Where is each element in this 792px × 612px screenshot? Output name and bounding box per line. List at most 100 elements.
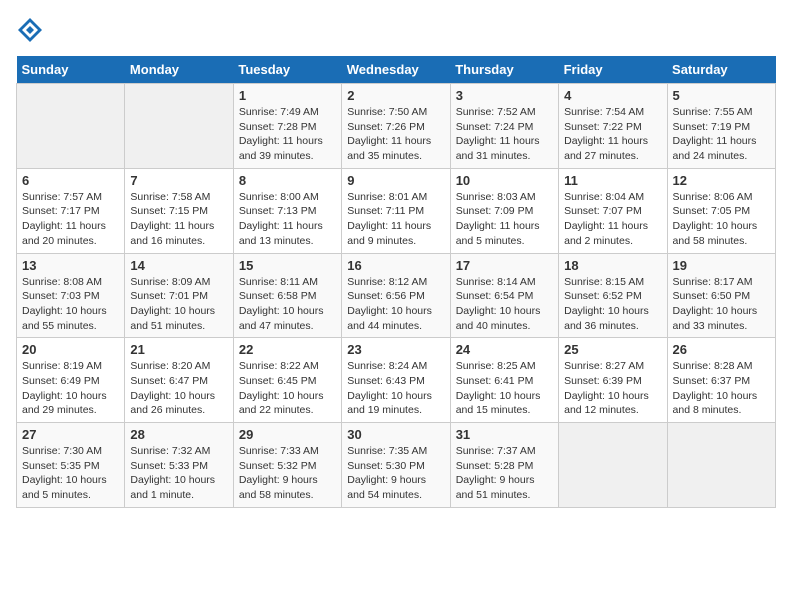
day-info: Sunrise: 7:35 AMSunset: 5:30 PMDaylight:… — [347, 444, 444, 503]
calendar-cell: 30 Sunrise: 7:35 AMSunset: 5:30 PMDayligh… — [342, 423, 450, 508]
day-number: 3 — [456, 88, 553, 103]
calendar-cell: 13 Sunrise: 8:08 AMSunset: 7:03 PMDayligh… — [17, 253, 125, 338]
day-info: Sunrise: 8:09 AMSunset: 7:01 PMDaylight:… — [130, 275, 227, 334]
calendar-cell: 24 Sunrise: 8:25 AMSunset: 6:41 PMDayligh… — [450, 338, 558, 423]
calendar-cell: 1 Sunrise: 7:49 AMSunset: 7:28 PMDaylight… — [233, 84, 341, 169]
day-number: 29 — [239, 427, 336, 442]
day-info: Sunrise: 7:49 AMSunset: 7:28 PMDaylight:… — [239, 105, 336, 164]
day-info: Sunrise: 7:33 AMSunset: 5:32 PMDaylight:… — [239, 444, 336, 503]
calendar-cell: 14 Sunrise: 8:09 AMSunset: 7:01 PMDayligh… — [125, 253, 233, 338]
day-info: Sunrise: 8:14 AMSunset: 6:54 PMDaylight:… — [456, 275, 553, 334]
day-info: Sunrise: 7:57 AMSunset: 7:17 PMDaylight:… — [22, 190, 119, 249]
calendar-cell: 8 Sunrise: 8:00 AMSunset: 7:13 PMDaylight… — [233, 168, 341, 253]
day-number: 9 — [347, 173, 444, 188]
day-number: 23 — [347, 342, 444, 357]
calendar-cell: 26Sunrise: 8:28 AMSunset: 6:37 PMDayligh… — [667, 338, 775, 423]
day-number: 21 — [130, 342, 227, 357]
week-row-1: 1 Sunrise: 7:49 AMSunset: 7:28 PMDaylight… — [17, 84, 776, 169]
day-number: 1 — [239, 88, 336, 103]
day-number: 12 — [673, 173, 770, 188]
day-number: 6 — [22, 173, 119, 188]
calendar-cell: 12 Sunrise: 8:06 AMSunset: 7:05 PMDayligh… — [667, 168, 775, 253]
calendar-cell: 20 Sunrise: 8:19 AMSunset: 6:49 PMDayligh… — [17, 338, 125, 423]
logo-icon — [16, 16, 44, 44]
calendar-cell: 3 Sunrise: 7:52 AMSunset: 7:24 PMDaylight… — [450, 84, 558, 169]
day-number: 16 — [347, 258, 444, 273]
week-row-3: 13 Sunrise: 8:08 AMSunset: 7:03 PMDayligh… — [17, 253, 776, 338]
day-number: 28 — [130, 427, 227, 442]
day-info: Sunrise: 8:06 AMSunset: 7:05 PMDaylight:… — [673, 190, 770, 249]
day-info: Sunrise: 8:27 AMSunset: 6:39 PMDaylight:… — [564, 359, 661, 418]
page-header — [16, 16, 776, 44]
calendar-cell: 17 Sunrise: 8:14 AMSunset: 6:54 PMDayligh… — [450, 253, 558, 338]
calendar-cell: 5Sunrise: 7:55 AMSunset: 7:19 PMDaylight… — [667, 84, 775, 169]
calendar-cell: 31Sunrise: 7:37 AMSunset: 5:28 PMDayligh… — [450, 423, 558, 508]
header-day-saturday: Saturday — [667, 56, 775, 84]
day-number: 2 — [347, 88, 444, 103]
calendar-cell — [125, 84, 233, 169]
header-day-sunday: Sunday — [17, 56, 125, 84]
day-info: Sunrise: 7:54 AMSunset: 7:22 PMDaylight:… — [564, 105, 661, 164]
calendar-cell: 27 Sunrise: 7:30 AMSunset: 5:35 PMDayligh… — [17, 423, 125, 508]
day-info: Sunrise: 8:00 AMSunset: 7:13 PMDaylight:… — [239, 190, 336, 249]
day-info: Sunrise: 7:50 AMSunset: 7:26 PMDaylight:… — [347, 105, 444, 164]
header-day-tuesday: Tuesday — [233, 56, 341, 84]
header-day-friday: Friday — [559, 56, 667, 84]
day-info: Sunrise: 8:17 AMSunset: 6:50 PMDaylight:… — [673, 275, 770, 334]
day-number: 30 — [347, 427, 444, 442]
day-info: Sunrise: 8:28 AMSunset: 6:37 PMDaylight:… — [673, 359, 770, 418]
day-info: Sunrise: 8:03 AMSunset: 7:09 PMDaylight:… — [456, 190, 553, 249]
day-number: 27 — [22, 427, 119, 442]
calendar-cell: 18 Sunrise: 8:15 AMSunset: 6:52 PMDayligh… — [559, 253, 667, 338]
header-day-monday: Monday — [125, 56, 233, 84]
day-number: 17 — [456, 258, 553, 273]
calendar-cell: 15Sunrise: 8:11 AMSunset: 6:58 PMDayligh… — [233, 253, 341, 338]
day-info: Sunrise: 8:08 AMSunset: 7:03 PMDaylight:… — [22, 275, 119, 334]
calendar-cell — [559, 423, 667, 508]
day-info: Sunrise: 8:19 AMSunset: 6:49 PMDaylight:… — [22, 359, 119, 418]
day-info: Sunrise: 8:20 AMSunset: 6:47 PMDaylight:… — [130, 359, 227, 418]
day-number: 24 — [456, 342, 553, 357]
day-info: Sunrise: 7:32 AMSunset: 5:33 PMDaylight:… — [130, 444, 227, 503]
calendar-cell: 2 Sunrise: 7:50 AMSunset: 7:26 PMDaylight… — [342, 84, 450, 169]
calendar-cell: 4Sunrise: 7:54 AMSunset: 7:22 PMDaylight… — [559, 84, 667, 169]
calendar-cell: 9 Sunrise: 8:01 AMSunset: 7:11 PMDaylight… — [342, 168, 450, 253]
calendar-cell: 16Sunrise: 8:12 AMSunset: 6:56 PMDayligh… — [342, 253, 450, 338]
day-number: 25 — [564, 342, 661, 357]
calendar-cell: 23 Sunrise: 8:24 AMSunset: 6:43 PMDayligh… — [342, 338, 450, 423]
calendar-table: SundayMondayTuesdayWednesdayThursdayFrid… — [16, 56, 776, 508]
day-number: 20 — [22, 342, 119, 357]
calendar-cell: 11Sunrise: 8:04 AMSunset: 7:07 PMDayligh… — [559, 168, 667, 253]
header-row: SundayMondayTuesdayWednesdayThursdayFrid… — [17, 56, 776, 84]
logo — [16, 16, 48, 44]
day-number: 14 — [130, 258, 227, 273]
week-row-2: 6 Sunrise: 7:57 AMSunset: 7:17 PMDaylight… — [17, 168, 776, 253]
week-row-4: 20 Sunrise: 8:19 AMSunset: 6:49 PMDayligh… — [17, 338, 776, 423]
day-number: 15 — [239, 258, 336, 273]
day-info: Sunrise: 8:15 AMSunset: 6:52 PMDaylight:… — [564, 275, 661, 334]
day-number: 13 — [22, 258, 119, 273]
header-day-thursday: Thursday — [450, 56, 558, 84]
day-info: Sunrise: 8:01 AMSunset: 7:11 PMDaylight:… — [347, 190, 444, 249]
calendar-cell: 21 Sunrise: 8:20 AMSunset: 6:47 PMDayligh… — [125, 338, 233, 423]
week-row-5: 27 Sunrise: 7:30 AMSunset: 5:35 PMDayligh… — [17, 423, 776, 508]
calendar-cell: 28 Sunrise: 7:32 AMSunset: 5:33 PMDayligh… — [125, 423, 233, 508]
calendar-cell: 19 Sunrise: 8:17 AMSunset: 6:50 PMDayligh… — [667, 253, 775, 338]
day-info: Sunrise: 7:58 AMSunset: 7:15 PMDaylight:… — [130, 190, 227, 249]
day-info: Sunrise: 7:37 AMSunset: 5:28 PMDaylight:… — [456, 444, 553, 503]
header-day-wednesday: Wednesday — [342, 56, 450, 84]
day-info: Sunrise: 7:52 AMSunset: 7:24 PMDaylight:… — [456, 105, 553, 164]
calendar-cell: 29 Sunrise: 7:33 AMSunset: 5:32 PMDayligh… — [233, 423, 341, 508]
calendar-cell: 6 Sunrise: 7:57 AMSunset: 7:17 PMDaylight… — [17, 168, 125, 253]
calendar-cell: 10Sunrise: 8:03 AMSunset: 7:09 PMDayligh… — [450, 168, 558, 253]
day-info: Sunrise: 8:04 AMSunset: 7:07 PMDaylight:… — [564, 190, 661, 249]
day-number: 22 — [239, 342, 336, 357]
day-number: 8 — [239, 173, 336, 188]
day-number: 19 — [673, 258, 770, 273]
calendar-cell: 22Sunrise: 8:22 AMSunset: 6:45 PMDayligh… — [233, 338, 341, 423]
day-info: Sunrise: 7:30 AMSunset: 5:35 PMDaylight:… — [22, 444, 119, 503]
day-number: 18 — [564, 258, 661, 273]
day-info: Sunrise: 8:24 AMSunset: 6:43 PMDaylight:… — [347, 359, 444, 418]
day-number: 5 — [673, 88, 770, 103]
day-info: Sunrise: 8:25 AMSunset: 6:41 PMDaylight:… — [456, 359, 553, 418]
